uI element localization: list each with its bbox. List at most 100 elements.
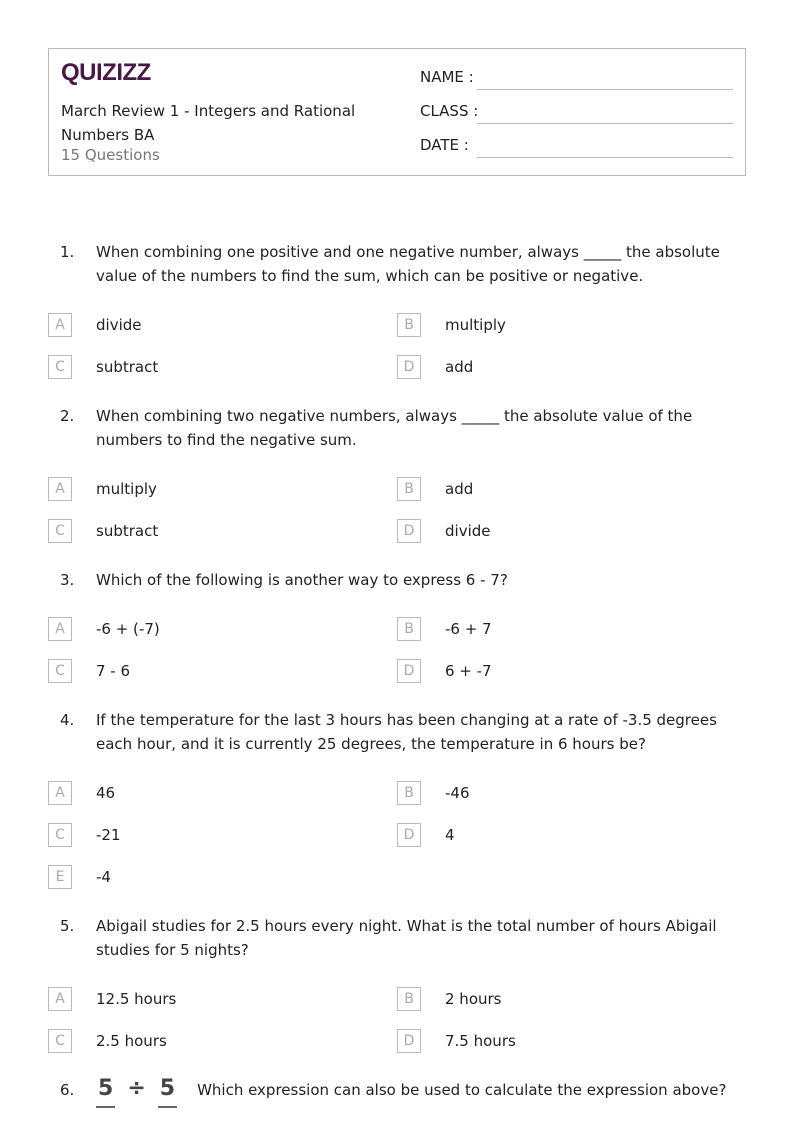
option-d[interactable]: Ddivide [397,510,746,552]
fraction-image: 5 ÷ 5 [96,1076,178,1108]
option-letter-box: B [397,313,421,337]
question-number: 6. [60,1081,75,1099]
option-text: multiply [445,316,506,334]
option-a[interactable]: A 46 [0,772,397,814]
question: 3. Which of the following is another way … [0,568,794,592]
option-b[interactable]: B -6 + 7 [397,608,746,650]
option-text: add [445,480,474,498]
option-b[interactable]: Bmultiply [397,304,746,346]
option-letter-box: A [48,617,72,641]
option-text: divide [445,522,491,540]
option-c[interactable]: Csubtract [0,346,397,388]
question-text: Which of the following is another way to… [96,571,508,589]
option-text: 4 [445,826,455,844]
option-text: -46 [445,784,470,802]
option-d[interactable]: Dadd [397,346,746,388]
option-c[interactable]: C -21 [0,814,397,856]
option-letter-box: C [48,519,72,543]
option-d[interactable]: D 6 + -7 [397,650,746,692]
option-letter-box: C [48,1029,72,1053]
class-label: CLASS : [420,102,479,120]
question-number: 5. [60,917,75,935]
fraction-left: 5 [96,1078,116,1108]
options: A 12.5 hours B 2 hours C 2.5 hours D 7.5 hours [0,978,794,1062]
question-number: 1. [60,243,75,261]
worksheet-page: QUIZIZZ March Review 1 - Integers and Ra… [0,0,794,1123]
option-a[interactable]: Amultiply [0,468,397,510]
option-d[interactable]: D4 [397,814,746,856]
option-text: divide [96,316,142,334]
question-number: 4. [60,711,75,729]
option-text: 7.5 hours [445,1032,516,1050]
option-c[interactable]: C 2.5 hours [0,1020,397,1062]
question: 6. 5 ÷ 5 Which expression can also be used t… [0,1078,794,1108]
option-text: subtract [96,522,159,540]
option-letter-box: C [48,823,72,847]
option-text: 2.5 hours [96,1032,167,1050]
option-letter-box: D [397,519,421,543]
date-label: DATE : [420,136,469,154]
option-text: subtract [96,358,159,376]
option-text: -21 [96,826,121,844]
option-letter-box: D [397,1029,421,1053]
question-text: When combining two negative numbers, alw… [96,407,693,449]
question: 5. Abigail studies for 2.5 hours every ni… [0,914,794,962]
option-text: 12.5 hours [96,990,177,1008]
option-text: -6 + 7 [445,620,492,638]
fraction-right: 5 [157,1078,178,1108]
option-letter-box: B [397,781,421,805]
worksheet-header: QUIZIZZ March Review 1 - Integers and Ra… [48,48,746,176]
option-letter-box: E [48,865,72,889]
options: Adivide Bmultiply Csubtract Dadd [0,304,794,388]
date-field[interactable]: DATE : [420,136,733,158]
option-e[interactable]: E -4 [0,856,397,898]
option-letter-box: D [397,355,421,379]
option-c[interactable]: C 7 - 6 [0,650,397,692]
option-c[interactable]: Csubtract [0,510,397,552]
option-text: -6 + (-7) [96,620,160,638]
option-letter-box: A [48,781,72,805]
question-count: 15 Questions [61,146,160,164]
option-letter-box: A [48,477,72,501]
option-letter-box: B [397,477,421,501]
question-text: Which expression can also be used to cal… [197,1081,727,1099]
question-number: 3. [60,571,75,589]
option-letter-box: D [397,659,421,683]
question-text: If the temperature for the last 3 hours … [96,711,717,753]
option-a[interactable]: Adivide [0,304,397,346]
option-text: 2 hours [445,990,502,1008]
options: A -6 + (-7) B -6 + 7 C 7 - 6 D 6 + -7 [0,608,794,692]
question-number: 2. [60,407,75,425]
question-text: When combining one positive and one nega… [96,243,720,285]
question-list: 1. When combining one positive and one ne… [0,240,794,1108]
option-text: 46 [96,784,116,802]
class-field[interactable]: CLASS : [420,102,733,124]
option-text: -4 [96,868,111,886]
option-letter-box: C [48,659,72,683]
option-letter-box: B [397,987,421,1011]
question-text: Abigail studies for 2.5 hours every nigh… [96,917,717,959]
options: Amultiply Badd Csubtract Ddivide [0,468,794,552]
option-text: multiply [96,480,157,498]
question: 1. When combining one positive and one ne… [0,240,794,288]
quizizz-logo: QUIZIZZ [61,59,151,86]
option-a[interactable]: A -6 + (-7) [0,608,397,650]
option-text: 7 - 6 [96,662,131,680]
option-b[interactable]: Badd [397,468,746,510]
worksheet-title: March Review 1 - Integers and Rational N… [61,102,356,144]
option-letter-box: A [48,313,72,337]
options: A 46 B -46 C -21 D 4 E -4 [0,772,794,898]
option-text: add [445,358,474,376]
option-letter-box: B [397,617,421,641]
option-letter-box: D [397,823,421,847]
divide-sign: ÷ [127,1076,146,1101]
option-d[interactable]: D 7.5 hours [397,1020,746,1062]
option-a[interactable]: A 12.5 hours [0,978,397,1020]
option-b[interactable]: B -46 [397,772,746,814]
question: 2. When combining two negative numbers, a… [0,404,794,452]
name-field[interactable]: NAME : [420,68,733,90]
option-letter-box: C [48,355,72,379]
option-text: 6 + -7 [445,662,492,680]
name-label: NAME : [420,68,474,86]
option-b[interactable]: B 2 hours [397,978,746,1020]
